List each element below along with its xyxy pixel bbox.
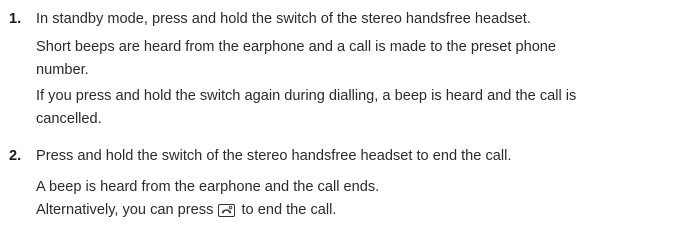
- step-number: 1.: [9, 11, 22, 27]
- alt-prefix-text: Alternatively, you can press: [36, 202, 214, 218]
- instructions-page: 1. In standby mode, press and hold the s…: [0, 0, 673, 250]
- step-text: In standby mode, press and hold the swit…: [36, 11, 531, 27]
- step-detail: Short beeps are heard from the earphone …: [36, 39, 557, 55]
- step-text: Press and hold the switch of the stereo …: [36, 148, 512, 164]
- alt-suffix-text: to end the call.: [241, 202, 337, 218]
- step-number: 2.: [9, 148, 22, 164]
- end-call-key-icon: [218, 202, 236, 217]
- step-detail: If you press and hold the switch again d…: [36, 88, 577, 104]
- step-detail: number.: [36, 62, 89, 78]
- step-detail: cancelled.: [36, 111, 102, 127]
- step-detail: A beep is heard from the earphone and th…: [36, 179, 380, 195]
- step-alternative: Alternatively, you can press to end the …: [36, 199, 336, 221]
